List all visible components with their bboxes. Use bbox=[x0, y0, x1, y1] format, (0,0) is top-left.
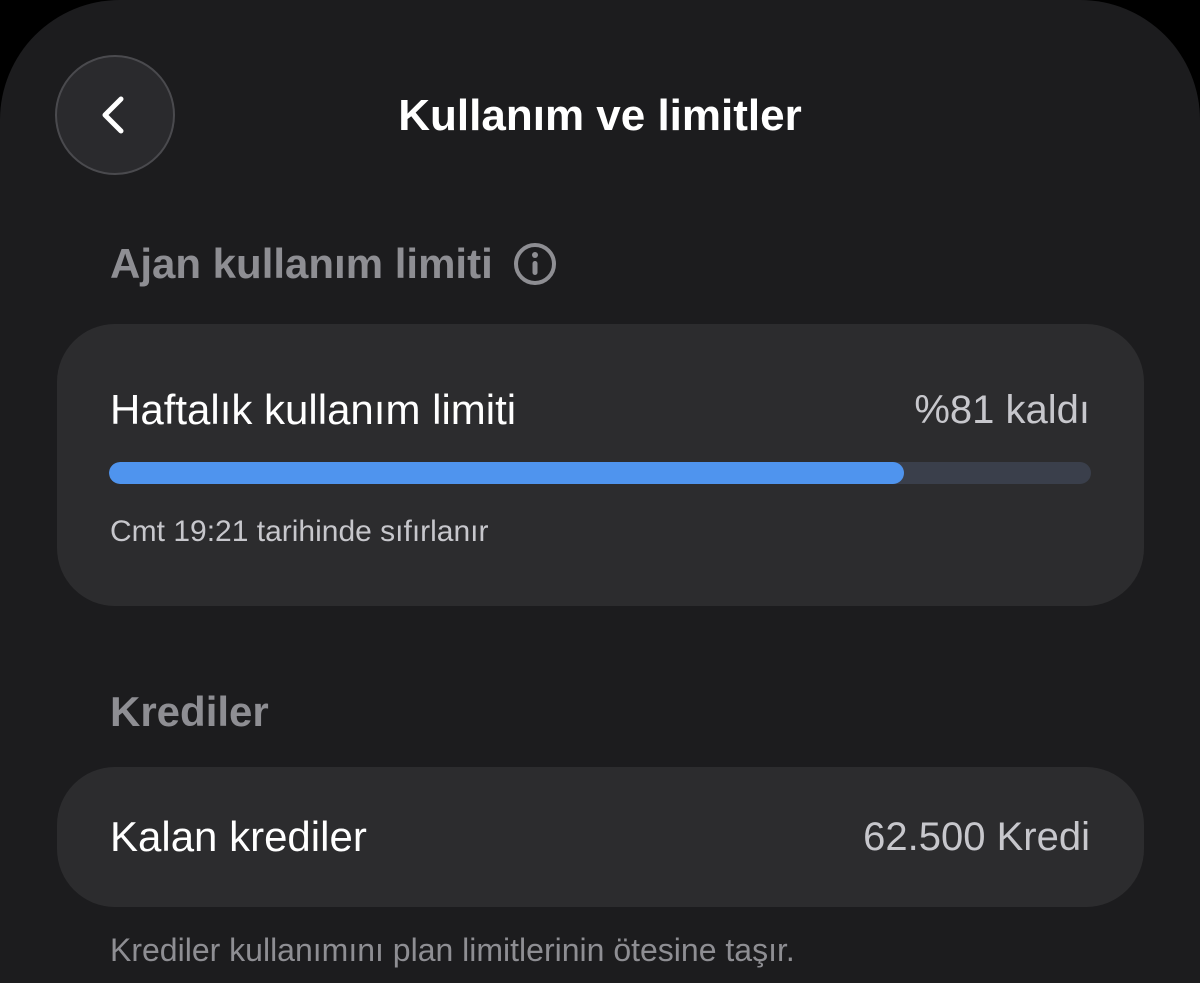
info-icon[interactable] bbox=[511, 240, 559, 288]
page-title: Kullanım ve limitler bbox=[398, 91, 802, 140]
remaining-credits-label: Kalan krediler bbox=[110, 813, 367, 860]
weekly-usage-card: Haftalık kullanım limiti %81 kaldı Cmt 1… bbox=[57, 324, 1144, 606]
weekly-usage-remaining: %81 kaldı bbox=[914, 388, 1090, 432]
usage-limits-screen: Kullanım ve limitler Ajan kullanım limit… bbox=[0, 0, 1200, 983]
weekly-usage-label: Haftalık kullanım limiti bbox=[110, 386, 517, 433]
agent-usage-section-header: Ajan kullanım limiti bbox=[110, 238, 559, 290]
credits-footnote: Krediler kullanımını plan limitlerinin ö… bbox=[110, 932, 795, 968]
remaining-credits-card[interactable]: Kalan krediler 62.500 Kredi bbox=[57, 767, 1144, 907]
agent-usage-section-title: Ajan kullanım limiti bbox=[110, 240, 493, 287]
credits-section-header: Krediler bbox=[110, 686, 269, 738]
weekly-usage-progress-bar bbox=[109, 462, 1091, 484]
weekly-usage-reset-text: Cmt 19:21 tarihinde sıfırlanır bbox=[110, 515, 489, 548]
credits-section-title: Krediler bbox=[110, 688, 269, 735]
remaining-credits-value: 62.500 Kredi bbox=[863, 815, 1090, 859]
weekly-usage-progress-fill bbox=[109, 462, 905, 484]
